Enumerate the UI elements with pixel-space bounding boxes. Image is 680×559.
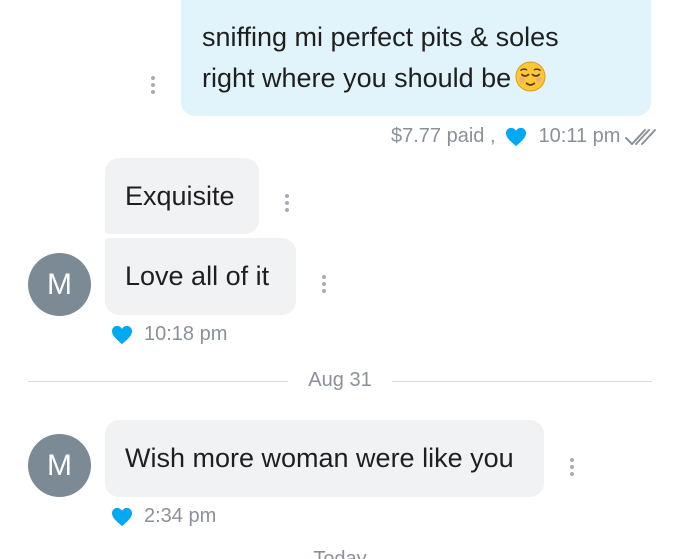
price-paid-label: $7.77 paid , [391,125,496,147]
avatar[interactable]: M [28,253,91,316]
message-text: Exquisite [125,180,235,211]
date-divider-label: Aug 31 [308,369,372,391]
avatar-letter: M [47,448,72,482]
date-divider-line-right [392,381,652,382]
avatar-letter: M [47,267,72,301]
outgoing-message-menu-icon[interactable] [149,74,157,96]
outgoing-message-meta: $7.77 paid , 10:11 pm [391,125,658,148]
incoming-message-meta: 10:18 pm [111,323,227,346]
message-text-line-2-text: right where you should be [202,63,512,93]
heart-like-icon[interactable] [111,507,133,527]
outgoing-message-bubble[interactable]: sniffing mi perfect pits & soles right w… [181,0,651,116]
incoming-message-bubble[interactable]: Wish more woman were like you [105,420,544,497]
incoming-message-bubble[interactable]: Love all of it [105,238,296,315]
date-divider-label-partial: Today [313,548,367,559]
date-divider-line-left [28,381,288,382]
heart-like-icon[interactable] [505,127,527,147]
message-time: 2:34 pm [144,505,217,527]
avatar[interactable]: M [28,434,91,497]
message-text: Wish more woman were like you [125,443,514,473]
double-check-icon [625,128,657,145]
heart-like-icon[interactable] [111,325,133,345]
incoming-message-meta: 2:34 pm [111,505,216,528]
message-menu-icon[interactable] [283,192,291,214]
incoming-message-bubble[interactable]: Exquisite [105,158,259,234]
message-text-line-1: sniffing mi perfect pits & soles [202,22,559,52]
relieved-face-emoji-icon [515,61,546,92]
message-menu-icon[interactable] [320,273,328,295]
message-time: 10:11 pm [538,125,621,147]
message-menu-icon[interactable] [568,456,576,478]
message-time: 10:18 pm [144,323,228,345]
message-text: Love all of it [125,261,270,291]
message-text-line-2: right where you should be [202,58,631,99]
chat-screen: sniffing mi perfect pits & soles right w… [0,0,680,559]
